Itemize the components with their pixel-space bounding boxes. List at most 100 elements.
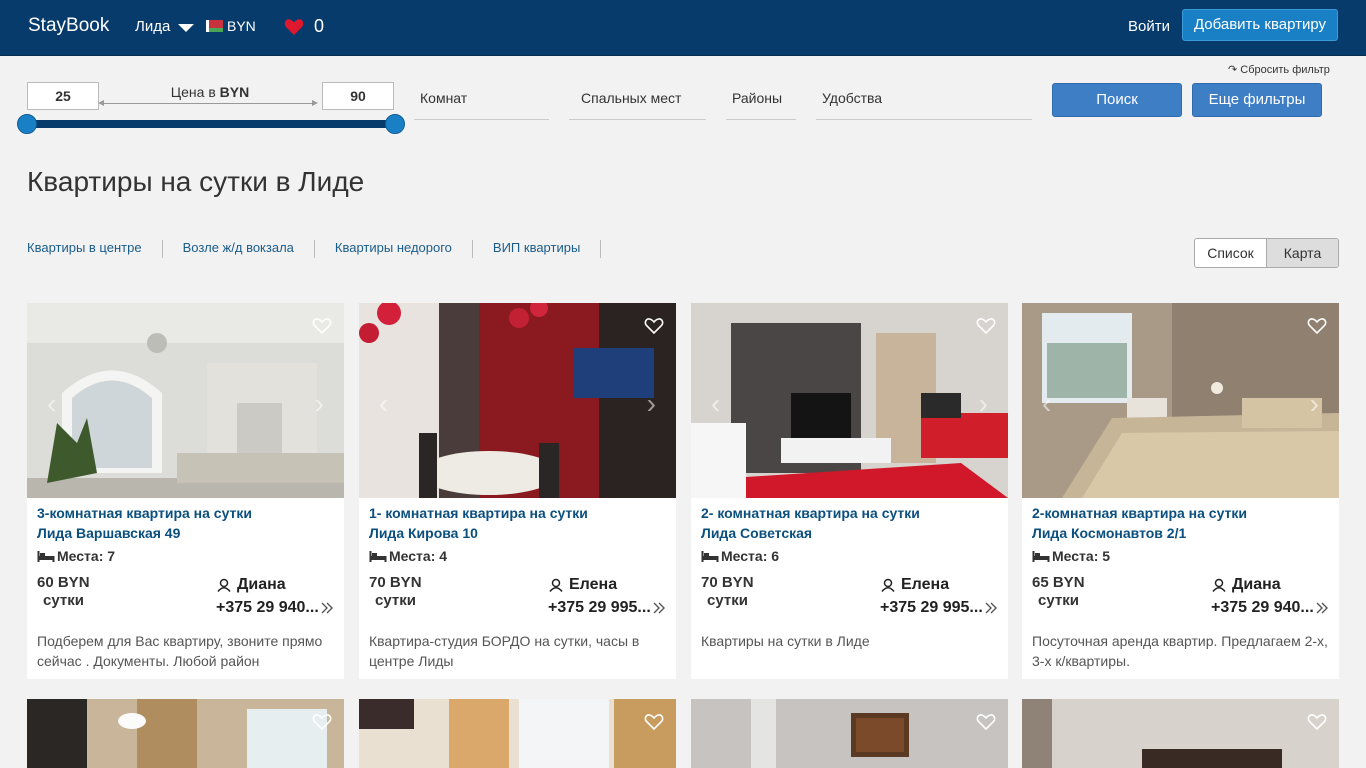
list-view-button[interactable]: Список	[1195, 239, 1266, 267]
heart-outline-icon[interactable]	[976, 317, 996, 335]
next-photo-icon[interactable]: ›	[647, 388, 656, 420]
double-chevron-right-icon	[1316, 602, 1328, 614]
listing-photo[interactable]: ‹ ›	[359, 303, 676, 498]
listing-phone[interactable]: +375 29 940...	[216, 599, 333, 617]
listing-photo[interactable]: ‹ ›	[27, 303, 344, 498]
prev-photo-icon[interactable]: ‹	[379, 388, 388, 420]
login-link[interactable]: Войти	[1128, 18, 1170, 35]
next-photo-icon[interactable]: ›	[315, 388, 324, 420]
amenities-filter[interactable]: Удобства	[816, 84, 1032, 120]
heart-outline-icon[interactable]	[644, 713, 664, 731]
price-range-arrow	[98, 100, 318, 106]
listing-price: 60 BYN сутки	[37, 574, 90, 609]
prev-photo-icon[interactable]: ‹	[1042, 388, 1051, 420]
listing-owner: Елена	[881, 576, 949, 594]
price-slider-track[interactable]	[27, 120, 395, 128]
favorites-count: 0	[314, 16, 325, 36]
heart-outline-icon[interactable]	[644, 317, 664, 335]
listing-card[interactable]: ‹ › 2-комнатная квартира на сутки Лида К…	[1022, 303, 1339, 679]
listing-places: Места: 4	[369, 548, 447, 564]
listing-description: Подберем для Вас квартиру, звоните прямо…	[37, 633, 323, 669]
city-dropdown[interactable]: Лида	[135, 18, 195, 35]
add-apartment-button[interactable]: Добавить квартиру	[1182, 9, 1338, 41]
listing-phone[interactable]: +375 29 940...	[1211, 599, 1328, 617]
listing-card[interactable]: ‹ › 3-комнатная квартира на сутки Лида В…	[27, 303, 344, 679]
listing-card[interactable]	[359, 699, 676, 768]
belarus-flag-icon	[206, 20, 223, 32]
next-photo-icon[interactable]: ›	[979, 388, 988, 420]
user-icon	[1212, 578, 1226, 592]
city-label: Лида	[135, 18, 171, 35]
bed-icon	[369, 551, 387, 562]
user-icon	[217, 578, 231, 592]
double-chevron-right-icon	[985, 602, 997, 614]
listing-photo[interactable]: ‹ ›	[691, 303, 1008, 498]
price-slider-max-handle[interactable]	[385, 114, 405, 134]
listing-photo[interactable]	[27, 699, 344, 768]
listing-photo[interactable]	[359, 699, 676, 768]
currency-label: BYN	[227, 18, 256, 34]
double-chevron-right-icon	[653, 602, 665, 614]
price-max-input[interactable]: 90	[322, 82, 394, 110]
user-icon	[881, 578, 895, 592]
listing-title[interactable]: 2-комнатная квартира на сутки Лида Космо…	[1032, 503, 1247, 543]
rooms-filter[interactable]: Комнат	[414, 84, 549, 120]
quick-link-cheap[interactable]: Квартиры недорого	[335, 240, 473, 258]
bed-icon	[701, 551, 719, 562]
listing-description: Посуточная аренда квартир. Предлагаем 2-…	[1032, 633, 1328, 669]
heart-outline-icon[interactable]	[976, 713, 996, 731]
view-toggle: Список Карта	[1194, 238, 1339, 268]
heart-outline-icon[interactable]	[312, 713, 332, 731]
listing-price: 70 BYN сутки	[369, 574, 422, 609]
quick-link-center[interactable]: Квартиры в центре	[27, 240, 163, 258]
listing-places: Места: 6	[701, 548, 779, 564]
price-label: Цена в BYN	[170, 84, 250, 100]
currency-selector[interactable]: BYN	[206, 18, 256, 34]
beds-filter[interactable]: Спальных мест	[569, 84, 706, 120]
quick-link-vip[interactable]: ВИП квартиры	[493, 240, 602, 258]
page-title: Квартиры на сутки в Лиде	[27, 166, 365, 197]
more-filters-button[interactable]: Еще фильтры	[1192, 83, 1322, 117]
chevron-down-icon	[178, 24, 195, 32]
listing-title[interactable]: 2- комнатная квартира на сутки Лида Сове…	[701, 503, 920, 543]
listing-card[interactable]: ‹ › 1- комнатная квартира на сутки Лида …	[359, 303, 676, 679]
listing-owner: Диана	[1212, 576, 1281, 594]
quick-link-station[interactable]: Возле ж/д вокзала	[183, 240, 315, 258]
listing-card[interactable]	[691, 699, 1008, 768]
listing-description: Квартира-студия БОРДО на сутки, часы в ц…	[369, 633, 640, 669]
listing-photo[interactable]: ‹ ›	[1022, 303, 1339, 498]
next-photo-icon[interactable]: ›	[1310, 388, 1319, 420]
user-icon	[549, 578, 563, 592]
listing-card[interactable]	[27, 699, 344, 768]
reset-filter-link[interactable]: ↷ Сбросить фильтр	[1228, 63, 1330, 76]
price-slider-min-handle[interactable]	[17, 114, 37, 134]
search-button[interactable]: Поиск	[1052, 83, 1182, 117]
listing-card[interactable]	[1022, 699, 1339, 768]
listing-owner: Елена	[549, 576, 617, 594]
quick-links: Квартиры в центре Возле ж/д вокзала Квар…	[27, 240, 621, 258]
listing-phone[interactable]: +375 29 995...	[548, 599, 665, 617]
heart-outline-icon[interactable]	[1307, 317, 1327, 335]
listing-phone[interactable]: +375 29 995...	[880, 599, 997, 617]
price-min-input[interactable]: 25	[27, 82, 99, 110]
listing-photo[interactable]	[691, 699, 1008, 768]
listing-title[interactable]: 3-комнатная квартира на сутки Лида Варша…	[37, 503, 252, 543]
prev-photo-icon[interactable]: ‹	[47, 388, 56, 420]
heart-outline-icon[interactable]	[1307, 713, 1327, 731]
listing-places: Места: 5	[1032, 548, 1110, 564]
districts-filter[interactable]: Районы	[726, 84, 796, 120]
bed-icon	[37, 551, 55, 562]
brand-logo[interactable]: StayBook	[28, 15, 109, 37]
prev-photo-icon[interactable]: ‹	[711, 388, 720, 420]
listing-price: 70 BYN сутки	[701, 574, 754, 609]
favorites-link[interactable]: 0	[284, 16, 324, 37]
listing-photo[interactable]	[1022, 699, 1339, 768]
listing-owner: Диана	[217, 576, 286, 594]
top-navbar: StayBook Лида BYN 0 Войти Добавить кварт…	[0, 0, 1366, 56]
heart-outline-icon[interactable]	[312, 317, 332, 335]
heart-icon	[284, 18, 304, 35]
listing-places: Места: 7	[37, 548, 115, 564]
map-view-button[interactable]: Карта	[1266, 239, 1338, 267]
listing-title[interactable]: 1- комнатная квартира на сутки Лида Киро…	[369, 503, 588, 543]
listing-card[interactable]: ‹ › 2- комнатная квартира на сутки Лида …	[691, 303, 1008, 679]
